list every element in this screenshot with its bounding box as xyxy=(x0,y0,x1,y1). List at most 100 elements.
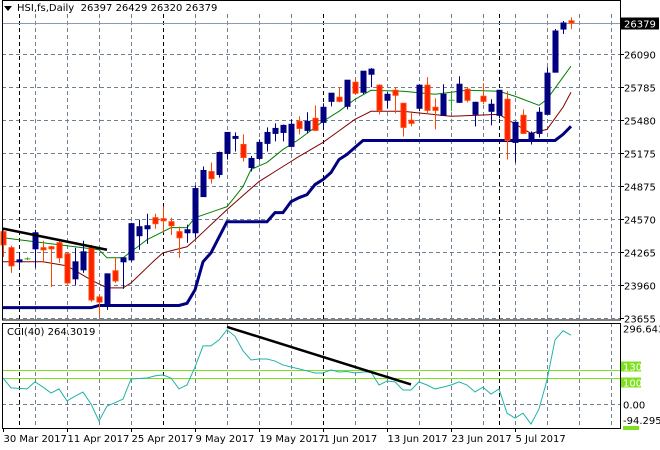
candle xyxy=(416,84,423,112)
candle xyxy=(296,116,303,135)
price-label: 24875 xyxy=(624,183,656,194)
date-label: 5 Jul 2017 xyxy=(516,434,566,445)
candle xyxy=(144,213,151,244)
current-price-label: 26379 xyxy=(624,20,656,31)
candle-body xyxy=(504,98,511,141)
candle-body xyxy=(104,273,111,307)
candle xyxy=(248,155,255,172)
candle-body xyxy=(480,95,487,102)
candle xyxy=(160,206,167,233)
candle xyxy=(536,107,543,138)
candle xyxy=(352,78,359,95)
main-pane-frame xyxy=(2,0,621,321)
candle xyxy=(520,109,527,134)
candle xyxy=(136,219,143,250)
candle-body xyxy=(256,141,263,159)
symbol-label: HSI,fs,Daily xyxy=(17,3,75,14)
candle-body xyxy=(360,70,367,93)
candle xyxy=(456,76,463,103)
candle-body xyxy=(160,218,167,222)
candle xyxy=(264,127,271,152)
candle xyxy=(360,70,367,95)
candle xyxy=(496,89,503,119)
candle-body xyxy=(72,261,79,280)
candle-body xyxy=(456,83,463,103)
candle-body xyxy=(184,229,191,234)
candle-body xyxy=(376,84,383,111)
candle xyxy=(56,240,63,263)
candle-body xyxy=(56,242,63,259)
dropdown-triangle-icon[interactable] xyxy=(4,5,12,11)
candle-body xyxy=(136,226,143,237)
cci-level-label: 100 xyxy=(623,379,642,390)
candle xyxy=(560,21,567,35)
cci-axis-label: -94.2953 xyxy=(623,416,660,427)
candle xyxy=(344,79,351,110)
candle-body xyxy=(0,231,7,246)
price-label: 23960 xyxy=(624,282,656,293)
candle xyxy=(288,119,295,147)
candle xyxy=(320,103,327,130)
candle-body xyxy=(248,157,255,169)
candle-body xyxy=(40,247,47,251)
candle xyxy=(464,87,471,103)
candle xyxy=(208,162,215,184)
candle-body xyxy=(312,117,319,131)
candle-body xyxy=(152,217,159,225)
candle-body xyxy=(568,20,575,24)
candle xyxy=(512,121,519,163)
candle xyxy=(440,84,447,116)
candle xyxy=(256,139,263,161)
candle-body xyxy=(408,119,415,124)
candle xyxy=(176,226,183,258)
trendline-cci xyxy=(226,325,412,386)
candle xyxy=(128,222,135,262)
candle-body xyxy=(112,270,119,282)
candle xyxy=(24,257,31,260)
ohlc-readout: 26397 26429 26320 26379 xyxy=(80,3,218,14)
candle-body xyxy=(208,171,215,180)
candle-body xyxy=(464,88,471,101)
candle-body xyxy=(488,103,495,112)
candle-body xyxy=(264,131,271,144)
price-label: 24265 xyxy=(624,249,656,260)
chart-canvas: 26090 25785 25480 25175 24875 24570 24265 23960… xyxy=(0,0,660,445)
candle-body xyxy=(216,151,223,175)
candle-body xyxy=(552,30,559,73)
candle-body xyxy=(560,22,567,30)
cci-line xyxy=(2,329,572,426)
candle xyxy=(400,102,407,137)
slow-ma-line xyxy=(3,91,572,289)
candle-body xyxy=(328,92,335,102)
price-label: 24570 xyxy=(624,216,656,227)
candle xyxy=(480,83,487,105)
candle xyxy=(200,166,207,198)
candle-body xyxy=(528,132,535,140)
candle xyxy=(552,29,559,73)
candle-body xyxy=(288,123,295,147)
candle-body xyxy=(472,101,479,115)
candle-body xyxy=(128,223,135,261)
candle-body xyxy=(280,124,287,133)
cci-indicator-label: CCI(40) 264.3019 xyxy=(7,327,96,338)
candle-body xyxy=(336,96,343,102)
price-label: 25480 xyxy=(624,117,656,128)
candle-body xyxy=(168,221,175,227)
candle-body xyxy=(240,143,247,158)
candle-body xyxy=(200,169,207,198)
candle-body xyxy=(536,111,543,134)
candle xyxy=(152,213,159,229)
candle-body xyxy=(304,120,311,131)
candle-body xyxy=(296,120,303,129)
fast-ma-line xyxy=(2,65,572,259)
candle-body xyxy=(96,296,103,303)
candle-body xyxy=(424,84,431,111)
candle xyxy=(72,247,79,285)
cci-level-label: 130 xyxy=(623,363,642,374)
candle xyxy=(368,68,375,88)
candle-body xyxy=(432,106,439,111)
candle xyxy=(424,77,431,115)
date-label: 9 May 2017 xyxy=(196,434,255,445)
candle-body xyxy=(392,89,399,96)
candle xyxy=(112,257,119,283)
